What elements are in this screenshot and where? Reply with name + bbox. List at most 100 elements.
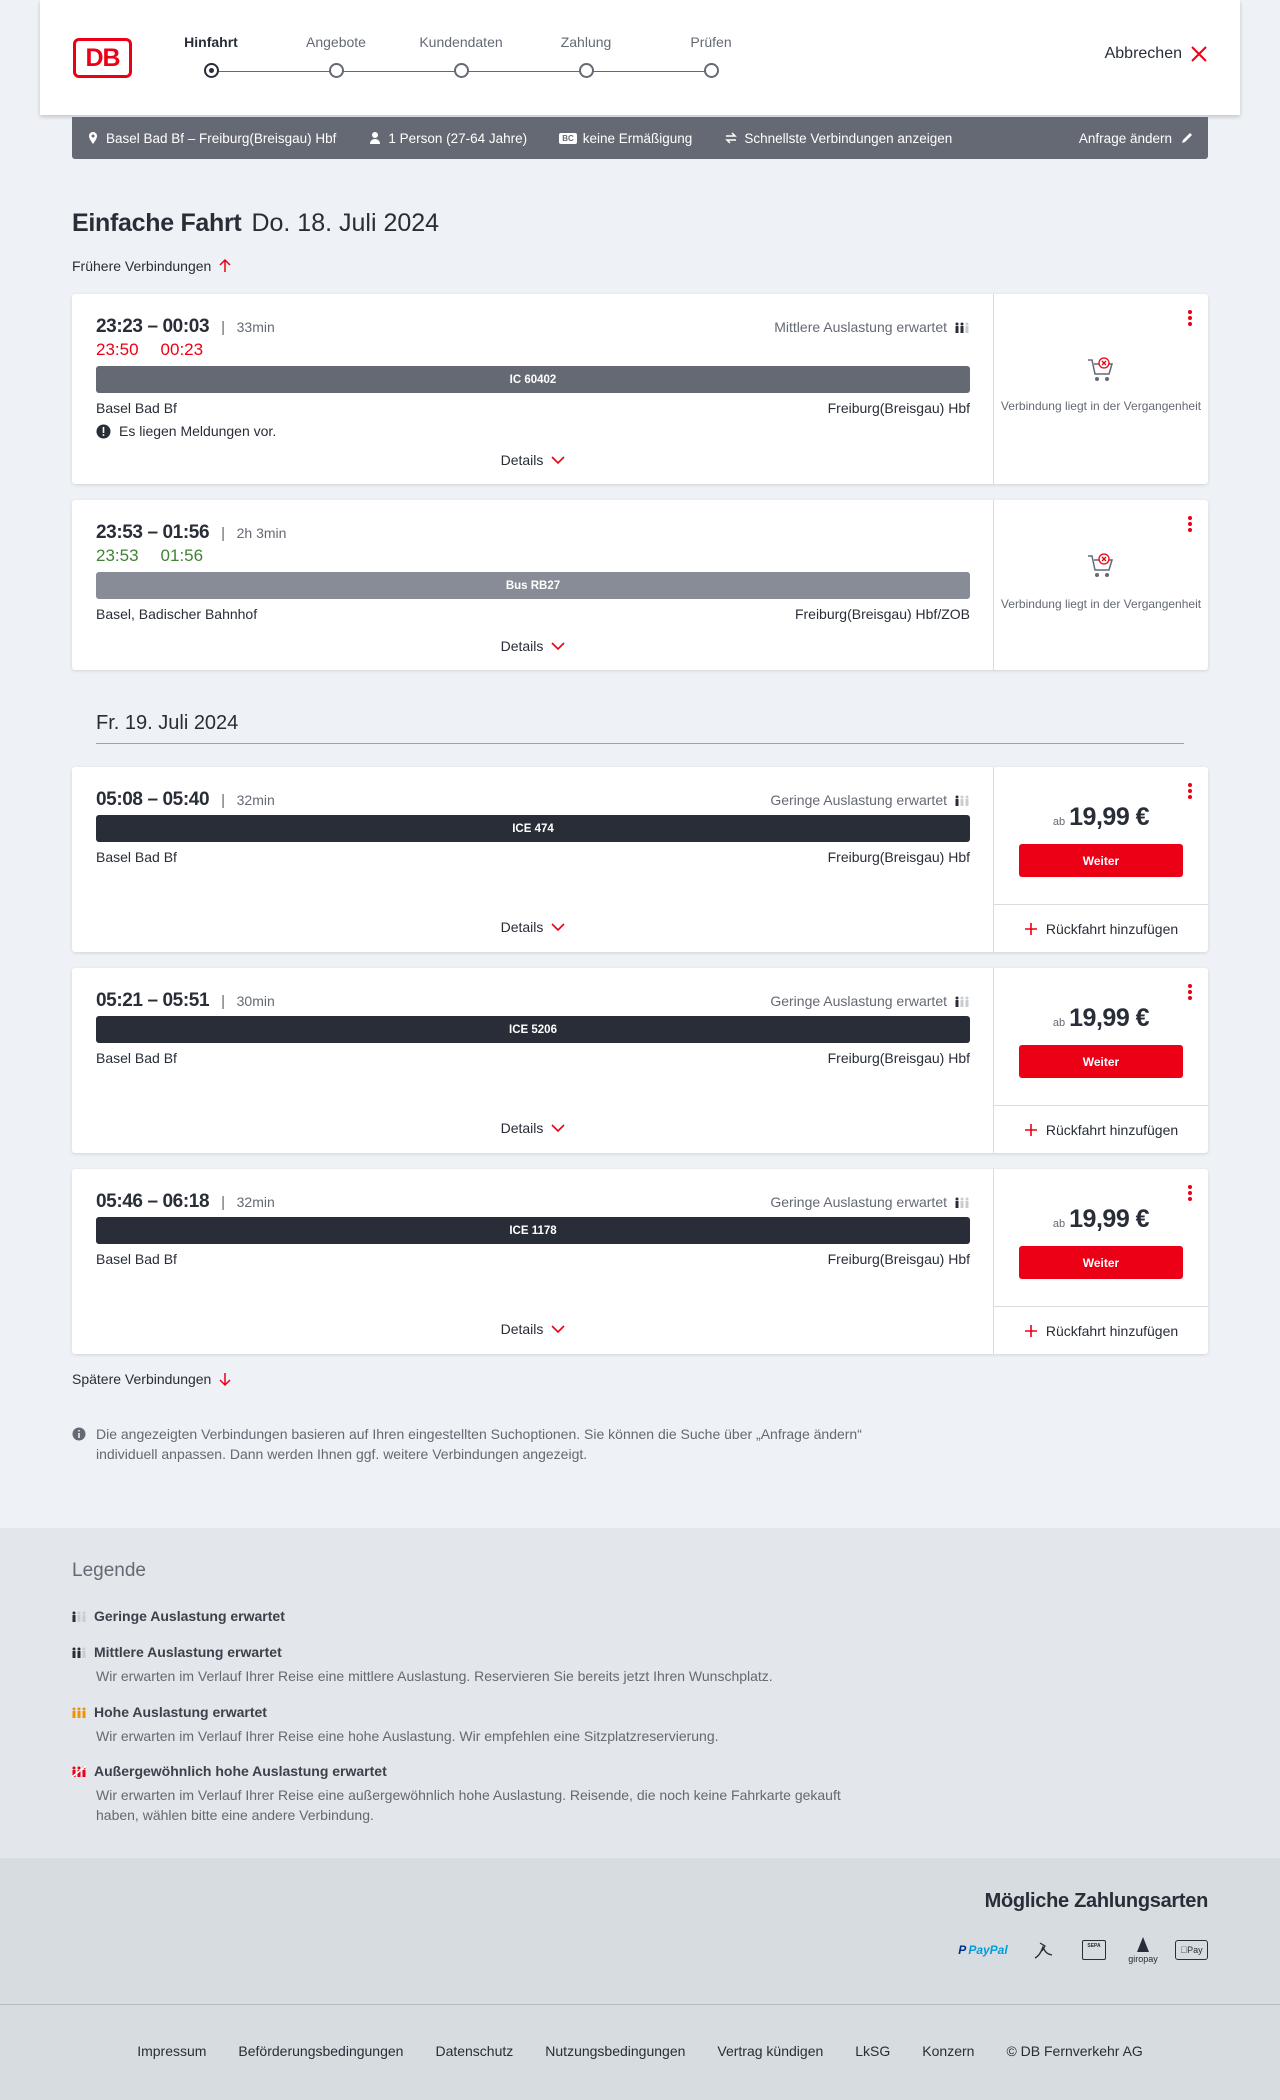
details-toggle[interactable]: Details xyxy=(72,638,994,654)
destination-station: Freiburg(Breisgau) Hbf/ZOB xyxy=(794,606,970,622)
connection-times: 05:08 – 05:40 | 32min xyxy=(96,789,275,810)
occupancy-medium-icon xyxy=(955,322,969,333)
footer-link-impressum[interactable]: Impressum xyxy=(137,2043,206,2059)
giropay-label: giropay xyxy=(1128,1954,1158,1964)
train-name: ICE 5206 xyxy=(509,1023,557,1036)
step-dot xyxy=(579,63,594,78)
step-zahlung: Zahlung xyxy=(521,34,651,78)
passenger-info: 1 Person (27-64 Jahre) xyxy=(368,131,527,146)
payment-title: Mögliche Zahlungsarten xyxy=(984,1890,1209,1912)
continue-button[interactable]: Weiter xyxy=(1019,1045,1183,1078)
connection-side: ab 19,99 € Weiter Rückfahrt hinzufügen xyxy=(994,968,1208,1153)
footer-link-datenschutz[interactable]: Datenschutz xyxy=(435,2043,513,2059)
occupancy-text: Mittlere Auslastung erwartet xyxy=(774,319,947,335)
details-toggle[interactable]: Details xyxy=(72,452,994,468)
occupancy-info: Geringe Auslastung erwartet xyxy=(770,1194,969,1210)
time-range: 23:23 – 00:03 xyxy=(96,316,210,337)
train-bar[interactable]: ICE 5206 xyxy=(96,1016,970,1043)
past-connection-text: Verbindung liegt in der Vergangenheit xyxy=(1000,399,1202,413)
footer-link-konzern[interactable]: Konzern xyxy=(922,2043,974,2059)
connection-card[interactable]: 05:46 – 06:18 | 32min Geringe Auslastung e… xyxy=(72,1169,1208,1354)
details-toggle[interactable]: Details xyxy=(72,1321,994,1337)
more-options-icon[interactable] xyxy=(1188,310,1192,326)
day-separator: Fr. 19. Juli 2024 xyxy=(96,712,1184,744)
add-return-label: Rückfahrt hinzufügen xyxy=(1045,1322,1179,1339)
add-return-button[interactable]: Rückfahrt hinzufügen xyxy=(994,904,1208,952)
occupancy-info: Geringe Auslastung erwartet xyxy=(770,993,969,1009)
stations: Basel Bad Bf Freiburg(Breisgau) Hbf xyxy=(96,1251,970,1267)
db-logo[interactable]: DB xyxy=(73,38,132,78)
stations: Basel Bad Bf Freiburg(Breisgau) Hbf xyxy=(96,1050,970,1066)
connection-main: 05:46 – 06:18 | 32min Geringe Auslastung e… xyxy=(72,1169,994,1354)
plus-icon xyxy=(1024,1324,1037,1337)
legend-section: Legende Geringe Auslastung erwartet Mitt… xyxy=(0,1528,1280,1858)
connection-main: 05:08 – 05:40 | 32min Geringe Auslastung e… xyxy=(72,767,994,952)
footer-link-vertrag-kuendigen[interactable]: Vertrag kündigen xyxy=(717,2043,823,2059)
chevron-down-icon xyxy=(551,1325,565,1334)
more-options-icon[interactable] xyxy=(1188,984,1192,1000)
continue-button[interactable]: Weiter xyxy=(1019,1246,1183,1279)
add-return-button[interactable]: Rückfahrt hinzufügen xyxy=(994,1105,1208,1153)
origin-station: Basel Bad Bf xyxy=(96,849,177,865)
price-prefix: ab xyxy=(1052,1017,1066,1029)
info-icon xyxy=(72,1427,86,1441)
swap-arrows-icon xyxy=(725,132,738,144)
realtime-departure: 23:53 xyxy=(96,546,139,565)
occupancy-low-icon xyxy=(955,1197,969,1208)
footer-link-nutzungsbedingungen[interactable]: Nutzungsbedingungen xyxy=(545,2043,685,2059)
time-range: 23:53 – 01:56 xyxy=(96,522,210,543)
footer-links: Impressum Beförderungsbedingungen Datens… xyxy=(0,2043,1280,2059)
occupancy-text: Geringe Auslastung erwartet xyxy=(770,993,947,1009)
connection-card[interactable]: 05:08 – 05:40 | 32min Geringe Auslastung e… xyxy=(72,767,1208,952)
origin-station: Basel Bad Bf xyxy=(96,400,177,416)
train-name: IC 60402 xyxy=(509,373,557,386)
more-options-icon[interactable] xyxy=(1188,1185,1192,1201)
legend-item: Geringe Auslastung erwartet xyxy=(72,1608,872,1624)
origin-station: Basel Bad Bf xyxy=(96,1050,177,1066)
trip-type: Einfache Fahrt xyxy=(72,209,242,237)
discount-text: keine Ermäßigung xyxy=(582,130,693,146)
change-request-button[interactable]: Anfrage ändern xyxy=(1079,131,1194,146)
train-bar[interactable]: ICE 1178 xyxy=(96,1217,970,1244)
connection-card[interactable]: 23:23 – 00:03 | 33min 23:50 00:23 Mittlere … xyxy=(72,294,1208,484)
occupancy-medium-icon xyxy=(72,1647,86,1658)
more-options-icon[interactable] xyxy=(1188,516,1192,532)
alert-icon xyxy=(96,424,111,438)
destination-station: Freiburg(Breisgau) Hbf xyxy=(827,1050,970,1066)
more-options-icon[interactable] xyxy=(1188,783,1192,799)
details-toggle[interactable]: Details xyxy=(72,1120,994,1136)
step-dot xyxy=(329,63,344,78)
occupancy-low-icon xyxy=(955,996,969,1007)
details-toggle[interactable]: Details xyxy=(72,919,994,935)
passenger-text: 1 Person (27-64 Jahre) xyxy=(388,130,528,146)
train-name: Bus RB27 xyxy=(505,579,561,592)
change-request-label: Anfrage ändern xyxy=(1078,130,1172,146)
sepa-label: SEPA xyxy=(1087,1943,1101,1949)
connection-card[interactable]: 23:53 – 01:56 | 2h 3min 23:53 01:56 Bus RB2… xyxy=(72,500,1208,670)
logo-text: DB xyxy=(85,43,120,72)
earlier-connections-label: Frühere Verbindungen xyxy=(72,258,212,274)
legend-description: Wir erwarten im Verlauf Ihrer Reise eine… xyxy=(96,1787,841,1823)
arrow-down-icon xyxy=(219,1373,231,1387)
connection-card[interactable]: 05:21 – 05:51 | 30min Geringe Auslastung e… xyxy=(72,968,1208,1153)
legend-label: Mittlere Auslastung erwartet xyxy=(94,1644,282,1660)
later-connections-link[interactable]: Spätere Verbindungen xyxy=(72,1371,233,1387)
person-icon xyxy=(370,132,381,144)
footer-link-lksg[interactable]: LkSG xyxy=(855,2043,890,2059)
time-range: 05:21 – 05:51 xyxy=(96,990,210,1011)
duration: 30min xyxy=(236,993,275,1009)
train-bar[interactable]: IC 60402 xyxy=(96,366,970,393)
add-return-button[interactable]: Rückfahrt hinzufügen xyxy=(994,1306,1208,1354)
legend-item: Hohe Auslastung erwartet Wir erwarten im… xyxy=(72,1704,872,1746)
bahncard-icon: BC xyxy=(559,132,577,144)
discount-info: BC keine Ermäßigung xyxy=(559,131,692,146)
earlier-connections-link[interactable]: Frühere Verbindungen xyxy=(72,258,233,274)
occupancy-text: Geringe Auslastung erwartet xyxy=(770,1194,947,1210)
connection-side: ab 19,99 € Weiter Rückfahrt hinzufügen xyxy=(994,1169,1208,1354)
train-bar[interactable]: Bus RB27 xyxy=(96,572,970,599)
footer-link-befoerderungsbedingungen[interactable]: Beförderungsbedingungen xyxy=(238,2043,403,2059)
cancel-button[interactable]: Abbrechen xyxy=(1105,45,1208,63)
train-bar[interactable]: ICE 474 xyxy=(96,815,970,842)
connection-times: 05:46 – 06:18 | 32min xyxy=(96,1191,275,1212)
continue-button[interactable]: Weiter xyxy=(1019,844,1183,877)
